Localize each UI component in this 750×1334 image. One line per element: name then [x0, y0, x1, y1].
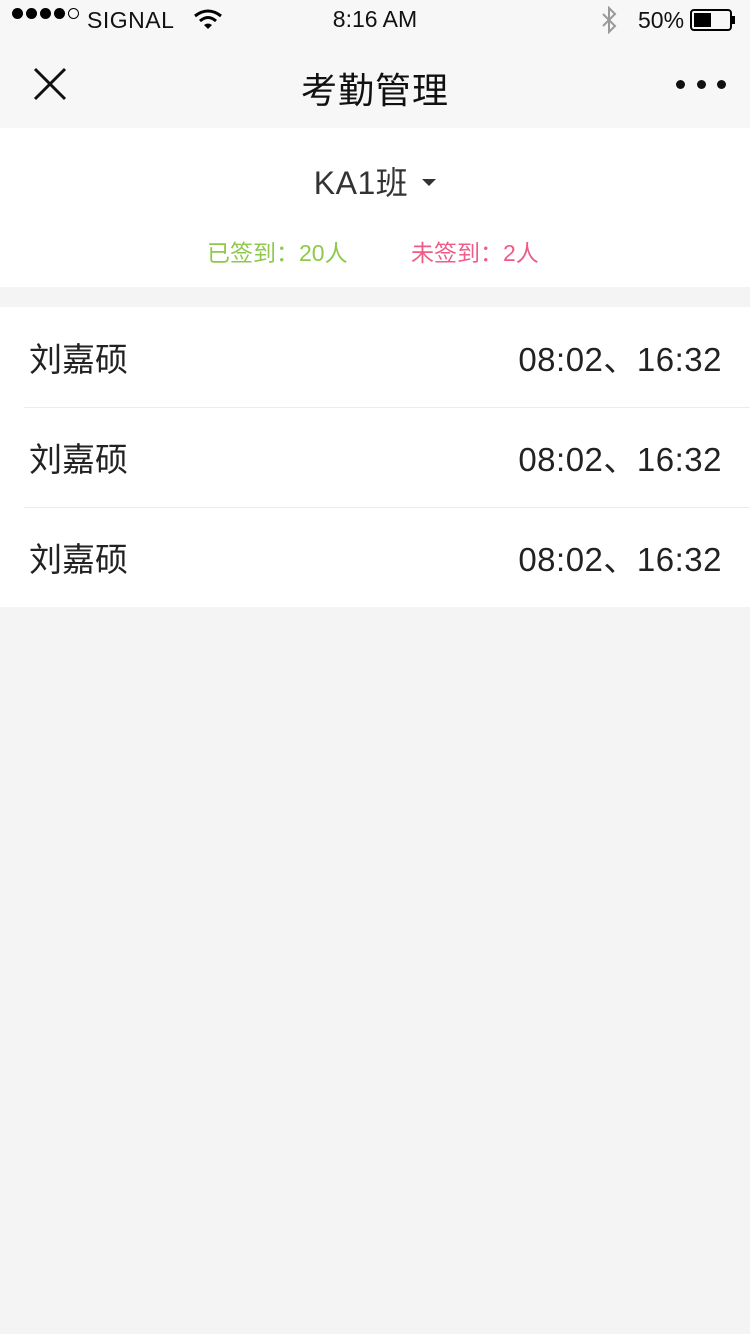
signed-in-count: 已签到：20人 [207, 240, 348, 266]
status-bar: SIGNAL 8:16 AM 50% [0, 0, 750, 40]
not-signed-in-count: 未签到：2人 [411, 240, 539, 266]
nav-bar: 考勤管理 [0, 40, 750, 128]
person-name: 刘嘉硕 [29, 441, 128, 478]
caret-down-icon [422, 178, 437, 186]
bluetooth-icon [602, 6, 617, 34]
list-item[interactable]: 刘嘉硕 08:02、16:32 [0, 407, 750, 507]
attendance-stats: 已签到：20人 未签到：2人 [0, 234, 750, 266]
class-selector[interactable]: KA1班 [0, 158, 750, 204]
list-item[interactable]: 刘嘉硕 08:02、16:32 [0, 307, 750, 407]
person-name: 刘嘉硕 [29, 341, 128, 378]
check-in-times: 08:02、16:32 [518, 341, 722, 378]
check-in-times: 08:02、16:32 [518, 441, 722, 478]
attendance-list: 刘嘉硕 08:02、16:32 刘嘉硕 08:02、16:32 刘嘉硕 08:0… [0, 307, 750, 607]
class-name: KA1班 [313, 165, 409, 201]
more-icon[interactable] [676, 70, 726, 98]
person-name: 刘嘉硕 [29, 541, 128, 578]
page-title: 考勤管理 [300, 70, 449, 111]
check-in-times: 08:02、16:32 [518, 541, 722, 578]
class-section: KA1班 已签到：20人 未签到：2人 [0, 128, 750, 287]
battery-percent: 50% [638, 7, 685, 33]
list-item[interactable]: 刘嘉硕 08:02、16:32 [0, 507, 750, 607]
battery-icon [690, 9, 735, 31]
